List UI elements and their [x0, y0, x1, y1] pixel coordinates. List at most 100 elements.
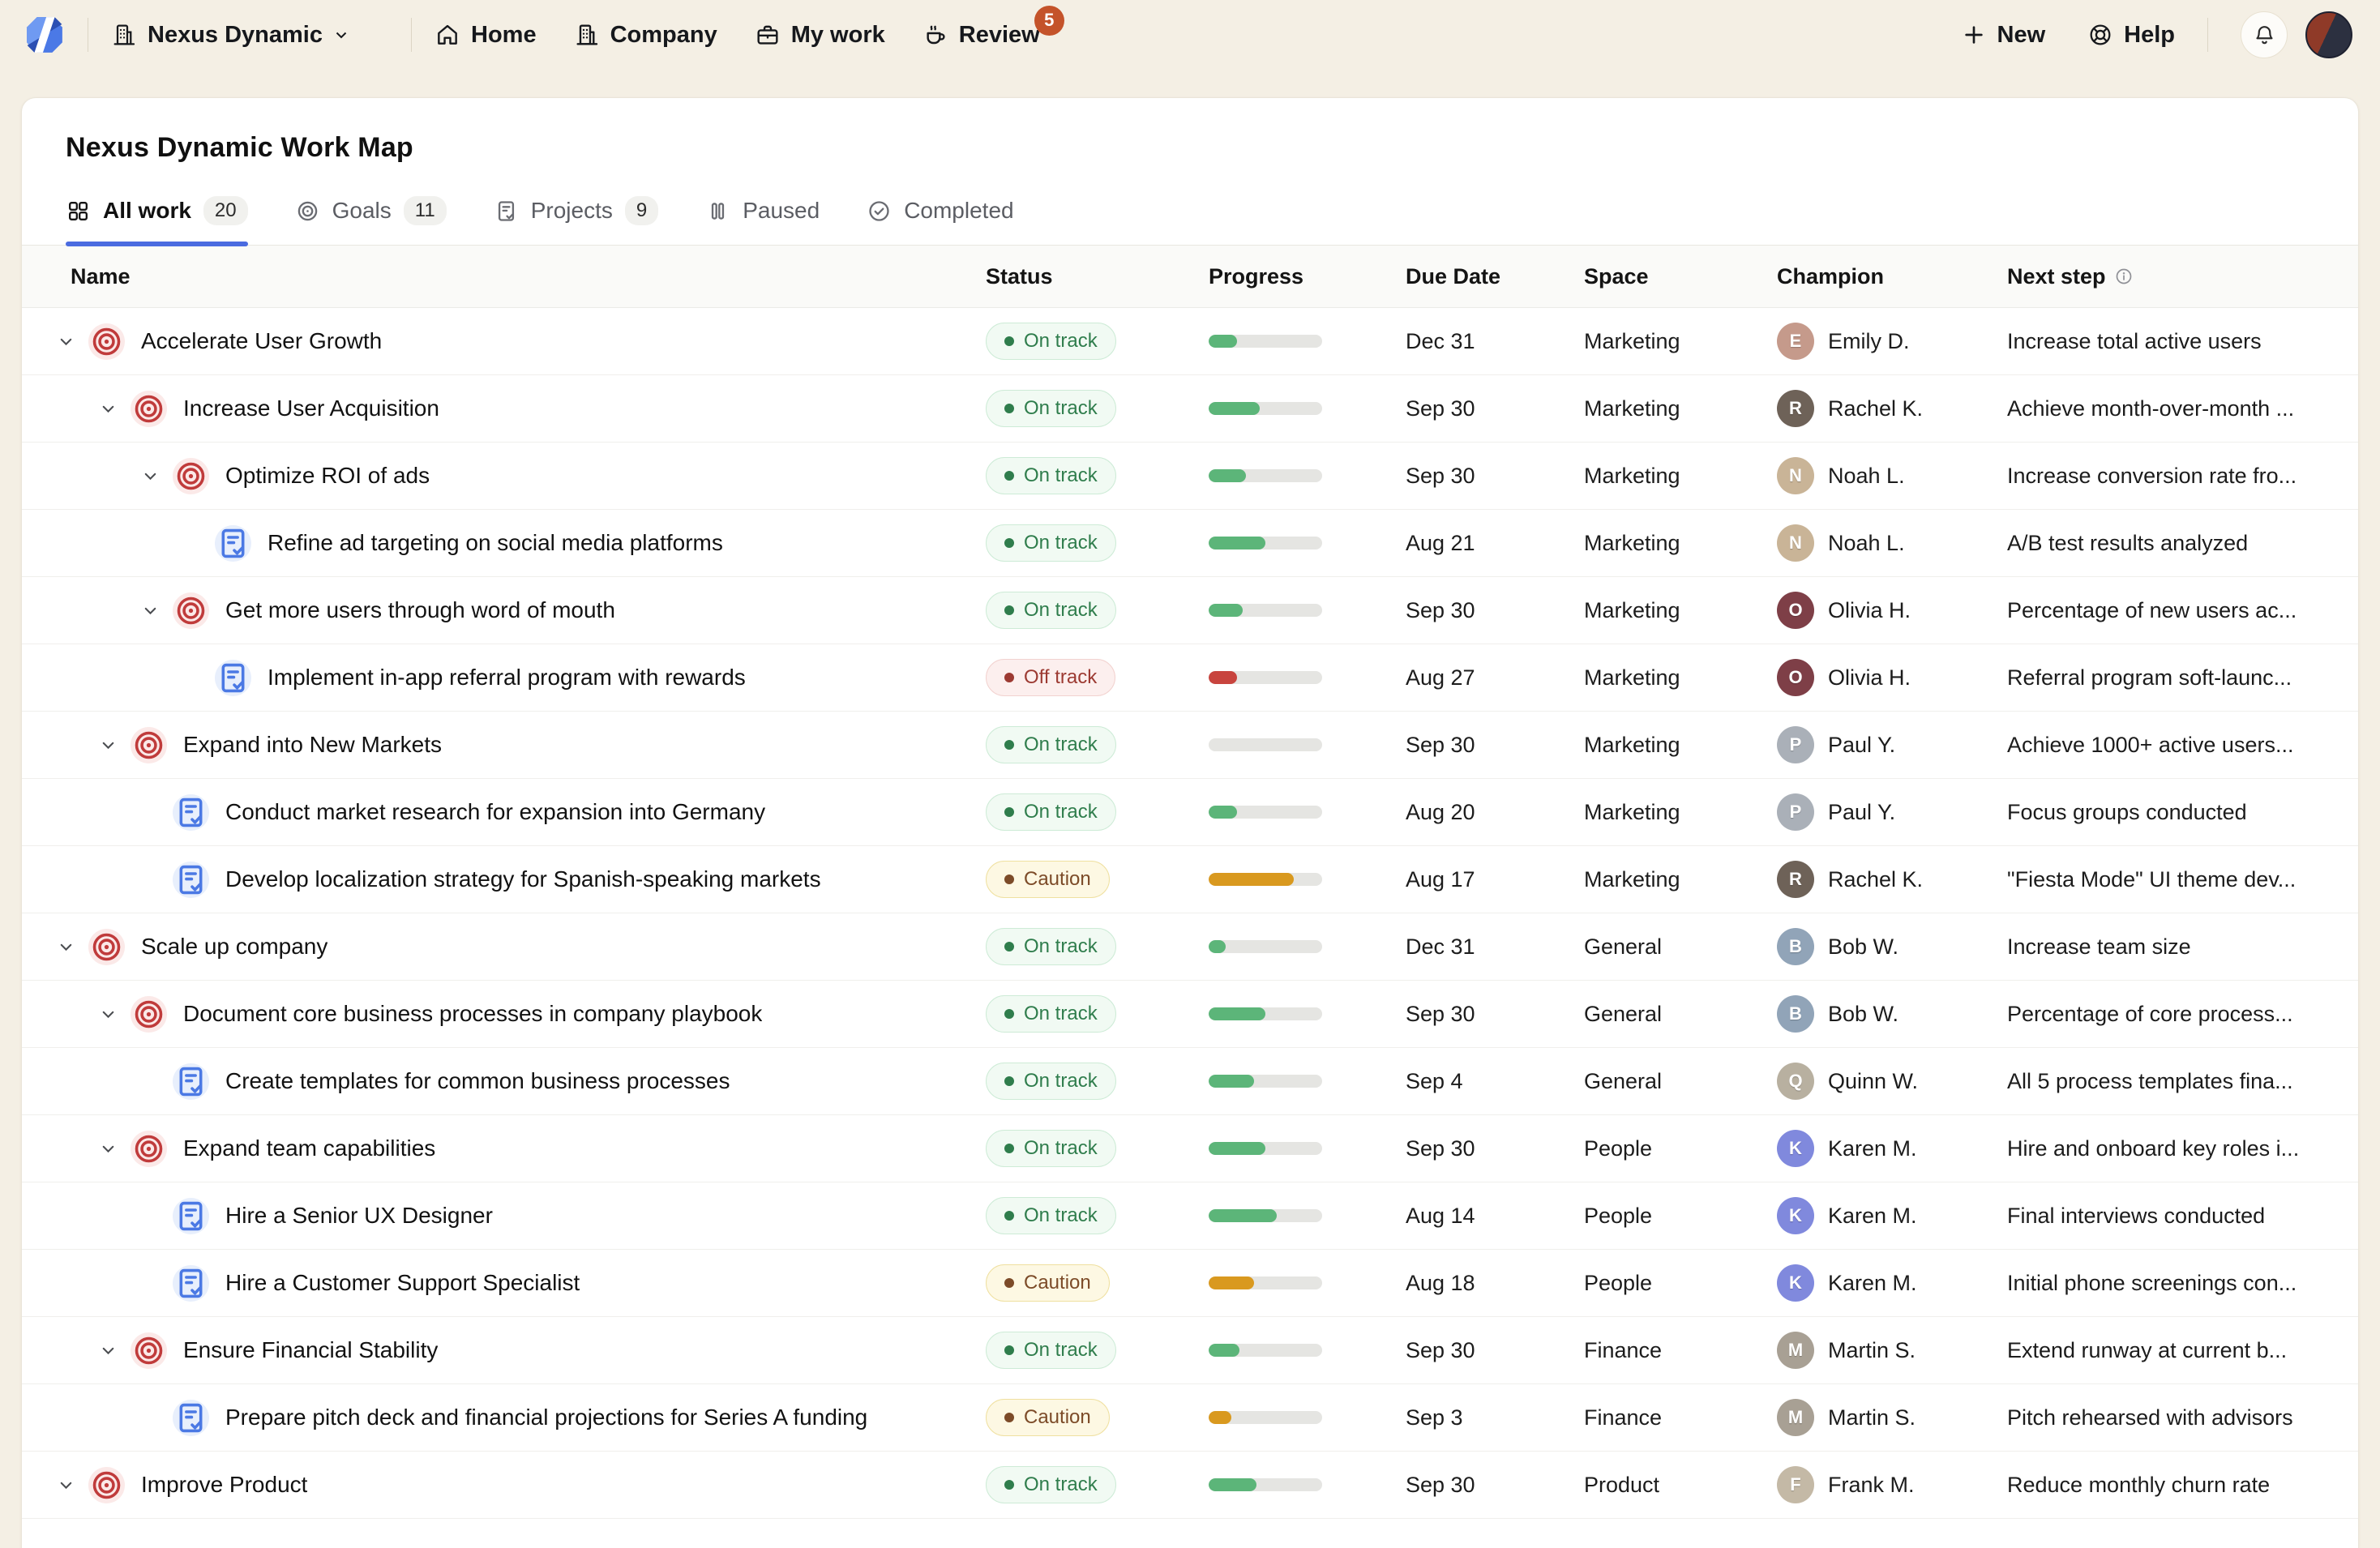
column-header-space[interactable]: Space: [1566, 264, 1753, 289]
new-button[interactable]: New: [1961, 22, 2046, 49]
name-cell: Optimize ROI of ads: [22, 458, 966, 494]
chevron-down-icon[interactable]: [135, 466, 165, 486]
tab-projects[interactable]: Projects 9: [494, 196, 659, 245]
status-badge[interactable]: On track: [986, 323, 1116, 360]
status-badge[interactable]: On track: [986, 524, 1116, 562]
table-row[interactable]: Implement in-app referral program with r…: [22, 644, 2358, 712]
column-header-next-step[interactable]: Next step: [1996, 264, 2358, 289]
table-row[interactable]: Get more users through word of mouth On …: [22, 577, 2358, 644]
table-row[interactable]: Conduct market research for expansion in…: [22, 779, 2358, 846]
table-row[interactable]: Optimize ROI of ads On track Sep 30 Mark…: [22, 443, 2358, 510]
column-header-due-date[interactable]: Due Date: [1388, 264, 1566, 289]
chevron-down-icon[interactable]: [51, 1475, 80, 1495]
chevron-down-icon[interactable]: [93, 399, 122, 419]
chevron-down-icon[interactable]: [93, 1341, 122, 1361]
row-name[interactable]: Develop localization strategy for Spanis…: [225, 866, 821, 892]
tab-completed[interactable]: Completed: [867, 196, 1013, 245]
table-row[interactable]: Ensure Financial Stability On track Sep …: [22, 1317, 2358, 1384]
goal-target-icon: [173, 458, 209, 494]
row-name[interactable]: Implement in-app referral program with r…: [268, 665, 746, 691]
nav-item-label: Home: [471, 22, 537, 49]
chevron-down-icon[interactable]: [93, 735, 122, 755]
status-badge[interactable]: On track: [986, 457, 1116, 494]
chevron-down-icon[interactable]: [93, 1004, 122, 1024]
due-date: Dec 31: [1388, 934, 1566, 960]
row-name[interactable]: Expand team capabilities: [183, 1135, 435, 1161]
status-badge[interactable]: On track: [986, 1197, 1116, 1234]
plus-icon: [1961, 22, 1987, 48]
status-badge[interactable]: On track: [986, 1332, 1116, 1369]
column-header-champion[interactable]: Champion: [1753, 264, 1996, 289]
status-badge[interactable]: Off track: [986, 659, 1115, 696]
column-header-status[interactable]: Status: [966, 264, 1193, 289]
status-badge[interactable]: On track: [986, 1063, 1116, 1100]
column-header-name[interactable]: Name: [22, 264, 966, 289]
row-name[interactable]: Scale up company: [141, 934, 327, 960]
status-badge[interactable]: Caution: [986, 861, 1110, 898]
row-name[interactable]: Prepare pitch deck and financial project…: [225, 1405, 867, 1430]
tab-paused[interactable]: Paused: [705, 196, 820, 245]
row-name[interactable]: Create templates for common business pro…: [225, 1068, 730, 1094]
user-avatar[interactable]: [2305, 11, 2352, 58]
org-switcher[interactable]: Nexus Dynamic: [111, 22, 351, 49]
status-badge[interactable]: Caution: [986, 1399, 1110, 1436]
status-badge[interactable]: On track: [986, 726, 1116, 763]
table-row[interactable]: Document core business processes in comp…: [22, 981, 2358, 1048]
status-badge[interactable]: Caution: [986, 1264, 1110, 1302]
nav-item-company[interactable]: Company: [574, 22, 717, 49]
name-cell: Accelerate User Growth: [22, 323, 966, 360]
row-name[interactable]: Accelerate User Growth: [141, 328, 382, 354]
chevron-down-icon[interactable]: [93, 1139, 122, 1159]
row-name[interactable]: Hire a Customer Support Specialist: [225, 1270, 580, 1296]
chevron-down-icon[interactable]: [51, 331, 80, 352]
table-row[interactable]: Improve Product On track Sep 30 Product …: [22, 1452, 2358, 1519]
row-name[interactable]: Refine ad targeting on social media plat…: [268, 530, 723, 556]
row-name[interactable]: Expand into New Markets: [183, 732, 442, 758]
goal-target-icon: [88, 1467, 125, 1503]
status-badge[interactable]: On track: [986, 995, 1116, 1033]
help-button[interactable]: Help: [2087, 22, 2175, 49]
row-name[interactable]: Increase User Acquisition: [183, 396, 439, 421]
chevron-down-icon[interactable]: [51, 937, 80, 957]
status-badge[interactable]: On track: [986, 390, 1116, 427]
notifications-button[interactable]: [2241, 11, 2288, 58]
tab-all-work[interactable]: All work 20: [66, 196, 248, 245]
status-badge[interactable]: On track: [986, 1130, 1116, 1167]
champion-cell: K Karen M.: [1753, 1264, 1996, 1302]
table-row[interactable]: Expand team capabilities On track Sep 30…: [22, 1115, 2358, 1182]
row-name[interactable]: Conduct market research for expansion in…: [225, 799, 765, 825]
table-row[interactable]: Create templates for common business pro…: [22, 1048, 2358, 1115]
progress-cell: [1193, 1209, 1388, 1222]
nav-item-home[interactable]: Home: [434, 22, 537, 49]
row-name[interactable]: Optimize ROI of ads: [225, 463, 430, 489]
status-badge[interactable]: On track: [986, 1466, 1116, 1503]
row-name[interactable]: Ensure Financial Stability: [183, 1337, 438, 1363]
tab-goals[interactable]: Goals 11: [295, 196, 447, 245]
row-name[interactable]: Document core business processes in comp…: [183, 1001, 762, 1027]
table-row[interactable]: Accelerate User Growth On track Dec 31 M…: [22, 308, 2358, 375]
table-row[interactable]: Hire a Senior UX Designer On track Aug 1…: [22, 1182, 2358, 1250]
table-row[interactable]: Refine ad targeting on social media plat…: [22, 510, 2358, 577]
table-row[interactable]: Hire a Customer Support Specialist Cauti…: [22, 1250, 2358, 1317]
row-name[interactable]: Get more users through word of mouth: [225, 597, 615, 623]
app-logo-icon[interactable]: [24, 15, 65, 55]
info-icon[interactable]: [2114, 267, 2134, 286]
chevron-down-icon[interactable]: [135, 601, 165, 621]
row-name[interactable]: Improve Product: [141, 1472, 307, 1498]
avatar: M: [1777, 1332, 1814, 1369]
status-badge[interactable]: On track: [986, 793, 1116, 831]
row-name[interactable]: Hire a Senior UX Designer: [225, 1203, 493, 1229]
status-badge[interactable]: On track: [986, 928, 1116, 965]
column-header-progress[interactable]: Progress: [1193, 264, 1388, 289]
table-row[interactable]: Expand into New Markets On track Sep 30 …: [22, 712, 2358, 779]
status-badge[interactable]: On track: [986, 592, 1116, 629]
nav-item-review[interactable]: Review 5: [922, 22, 1040, 49]
table-row[interactable]: Develop localization strategy for Spanis…: [22, 846, 2358, 913]
nav-item-my-work[interactable]: My work: [755, 22, 885, 49]
table-row[interactable]: Increase User Acquisition On track Sep 3…: [22, 375, 2358, 443]
progress-fill: [1209, 604, 1243, 617]
table-row[interactable]: Scale up company On track Dec 31 General…: [22, 913, 2358, 981]
status-dot-icon: [1004, 1345, 1014, 1355]
avatar: Q: [1777, 1063, 1814, 1100]
table-row[interactable]: Prepare pitch deck and financial project…: [22, 1384, 2358, 1452]
